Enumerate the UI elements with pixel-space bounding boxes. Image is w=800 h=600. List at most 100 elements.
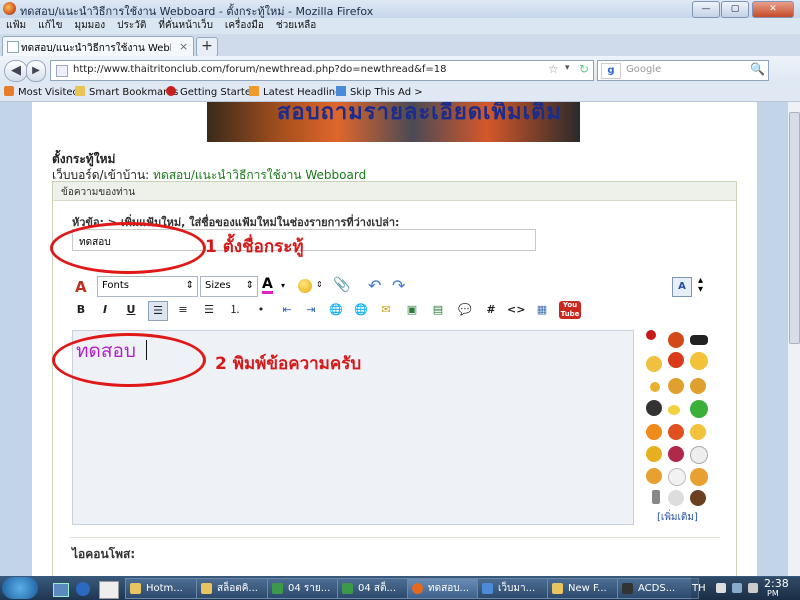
bookmark-skip-ad[interactable]: Skip This Ad > (336, 86, 423, 98)
search-input[interactable]: Google (626, 64, 661, 75)
align-left-icon[interactable]: ☰ (148, 301, 168, 321)
smiley-icon[interactable] (690, 424, 706, 440)
smiley-icon[interactable] (690, 335, 708, 345)
align-center-icon[interactable]: ≡ (174, 301, 192, 319)
video-icon[interactable]: ▤ (429, 301, 447, 319)
smiley-icon[interactable] (668, 446, 684, 462)
smiley-icon[interactable] (646, 446, 662, 462)
chevron-down-icon[interactable]: ▾ (281, 281, 285, 290)
bold-button[interactable]: B (72, 301, 90, 319)
volume-icon[interactable] (748, 583, 758, 593)
smiley-icon[interactable] (668, 405, 680, 415)
chevron-down-icon[interactable]: ⇕ (316, 280, 323, 289)
maximize-button[interactable]: ▢ (721, 1, 749, 18)
outdent-icon[interactable]: ⇤ (278, 301, 296, 319)
attachment-icon[interactable]: 📎 (333, 277, 350, 293)
bookmark-latest-headlines[interactable]: Latest Headlines (249, 86, 347, 98)
smiley-icon[interactable] (646, 468, 662, 484)
menu-help[interactable]: ช่วยเหลือ (270, 18, 322, 34)
smiley-icon[interactable] (668, 468, 686, 486)
minimize-button[interactable]: — (692, 1, 720, 18)
smiley-icon[interactable] (652, 490, 660, 504)
email-icon[interactable]: ✉ (377, 301, 395, 319)
menu-edit[interactable]: แก้ไข (32, 18, 68, 34)
back-button[interactable]: ◀ (4, 60, 28, 82)
smiley-icon[interactable] (646, 400, 662, 416)
smiley-icon[interactable] (690, 352, 708, 370)
underline-button[interactable]: U (122, 301, 140, 319)
smiley-icon[interactable] (690, 490, 706, 506)
smiley-icon[interactable] (690, 378, 706, 394)
smiley-icon[interactable] (668, 378, 684, 394)
clock-time[interactable]: 2:38 (764, 578, 789, 589)
language-indicator[interactable]: TH (692, 583, 706, 594)
scrollbar-thumb[interactable] (789, 112, 800, 344)
menu-history[interactable]: ประวัติ (111, 18, 152, 34)
breadcrumb-link[interactable]: ทดสอบ/แนะนำวิธีการใช้งาน Webboard (153, 168, 366, 182)
url-bar[interactable]: http://www.thaitritonclub.com/forum/newt… (50, 60, 594, 81)
smiley-icon[interactable] (668, 332, 684, 348)
smiley-icon[interactable] (668, 490, 684, 506)
youtube-icon[interactable]: You Tube (559, 301, 581, 319)
quote-icon[interactable]: 💬 (456, 301, 474, 319)
italic-button[interactable]: I (96, 301, 114, 319)
smiley-icon[interactable] (298, 279, 312, 293)
menu-bookmarks[interactable]: ที่คั่นหน้าเว็บ (152, 18, 219, 34)
tab-close-icon[interactable]: × (179, 40, 188, 53)
numbered-list-icon[interactable]: ⒈ (226, 301, 244, 319)
bookmark-smart-bookmarks[interactable]: Smart Bookmarks (75, 86, 178, 98)
menu-tools[interactable]: เครื่องมือ (219, 18, 270, 34)
taskbar-app-hotmail[interactable]: Hotm... (125, 578, 207, 599)
url-dropdown-icon[interactable]: ▾ (565, 63, 570, 73)
google-icon[interactable]: g (601, 63, 621, 79)
tray-icon[interactable] (716, 583, 726, 593)
url-text[interactable]: http://www.thaitritonclub.com/forum/newt… (73, 64, 447, 75)
smiley-icon[interactable] (690, 468, 708, 486)
bookmark-star-icon[interactable]: ☆ (548, 62, 559, 76)
search-bar[interactable]: g Google 🔍 (597, 60, 769, 81)
show-desktop-icon[interactable] (53, 583, 69, 597)
more-smilies-link[interactable]: [เพิ่มเติม] (657, 510, 698, 525)
link-icon[interactable]: 🌐 (327, 301, 345, 319)
image-icon[interactable]: ▣ (403, 301, 421, 319)
bullet-list-icon[interactable]: • (252, 301, 270, 319)
smiley-icon[interactable] (668, 352, 684, 368)
smiley-icon[interactable] (690, 400, 708, 418)
remove-format-icon[interactable]: A (75, 278, 87, 296)
tab-active[interactable]: ทดสอบ/แนะนำวิธีการใช้งาน Webboard - ตั้ง… (2, 36, 194, 57)
smiley-icon[interactable] (690, 446, 708, 464)
taskbar-app-acdsee[interactable]: ACDS... (617, 578, 699, 599)
smiley-icon[interactable] (668, 424, 684, 440)
ie-icon[interactable] (76, 582, 90, 596)
bookmark-getting-started[interactable]: Getting Started (166, 86, 257, 98)
new-tab-button[interactable]: + (196, 37, 218, 57)
bookmark-most-visited[interactable]: Most Visited (4, 86, 79, 98)
align-right-icon[interactable]: ☰ (200, 301, 218, 319)
undo-icon[interactable]: ↶ (368, 276, 381, 295)
text-color-button[interactable]: A (262, 277, 273, 294)
hash-icon[interactable]: # (482, 301, 500, 319)
font-select[interactable]: Fonts ⇕ (97, 276, 198, 297)
resize-icon[interactable]: ▴ ▾ (698, 276, 703, 295)
code-icon[interactable]: <> (507, 301, 525, 319)
smiley-icon[interactable] (646, 356, 662, 372)
start-button[interactable] (2, 577, 38, 599)
taskbar-app-folder[interactable]: สล็อตคิ... (196, 578, 278, 599)
menu-view[interactable]: มุมมอง (69, 18, 112, 34)
switch-editor-icon[interactable]: A (672, 277, 692, 297)
size-select[interactable]: Sizes ⇕ (200, 276, 258, 297)
forward-button[interactable]: ▶ (26, 60, 46, 82)
smiley-icon[interactable] (646, 424, 662, 440)
explorer-icon[interactable] (99, 581, 119, 599)
search-icon[interactable]: 🔍 (750, 62, 765, 76)
smiley-icon[interactable] (646, 330, 656, 340)
php-icon[interactable]: ▦ (533, 301, 551, 319)
indent-icon[interactable]: ⇥ (302, 301, 320, 319)
redo-icon[interactable]: ↷ (392, 276, 405, 295)
menu-file[interactable]: แฟ้ม (0, 18, 32, 34)
reload-icon[interactable]: ↻ (579, 62, 589, 76)
smiley-icon[interactable] (650, 382, 660, 392)
network-icon[interactable] (732, 583, 742, 593)
close-window-button[interactable]: ✕ (752, 1, 794, 18)
unlink-icon[interactable]: 🌐 (352, 301, 370, 319)
